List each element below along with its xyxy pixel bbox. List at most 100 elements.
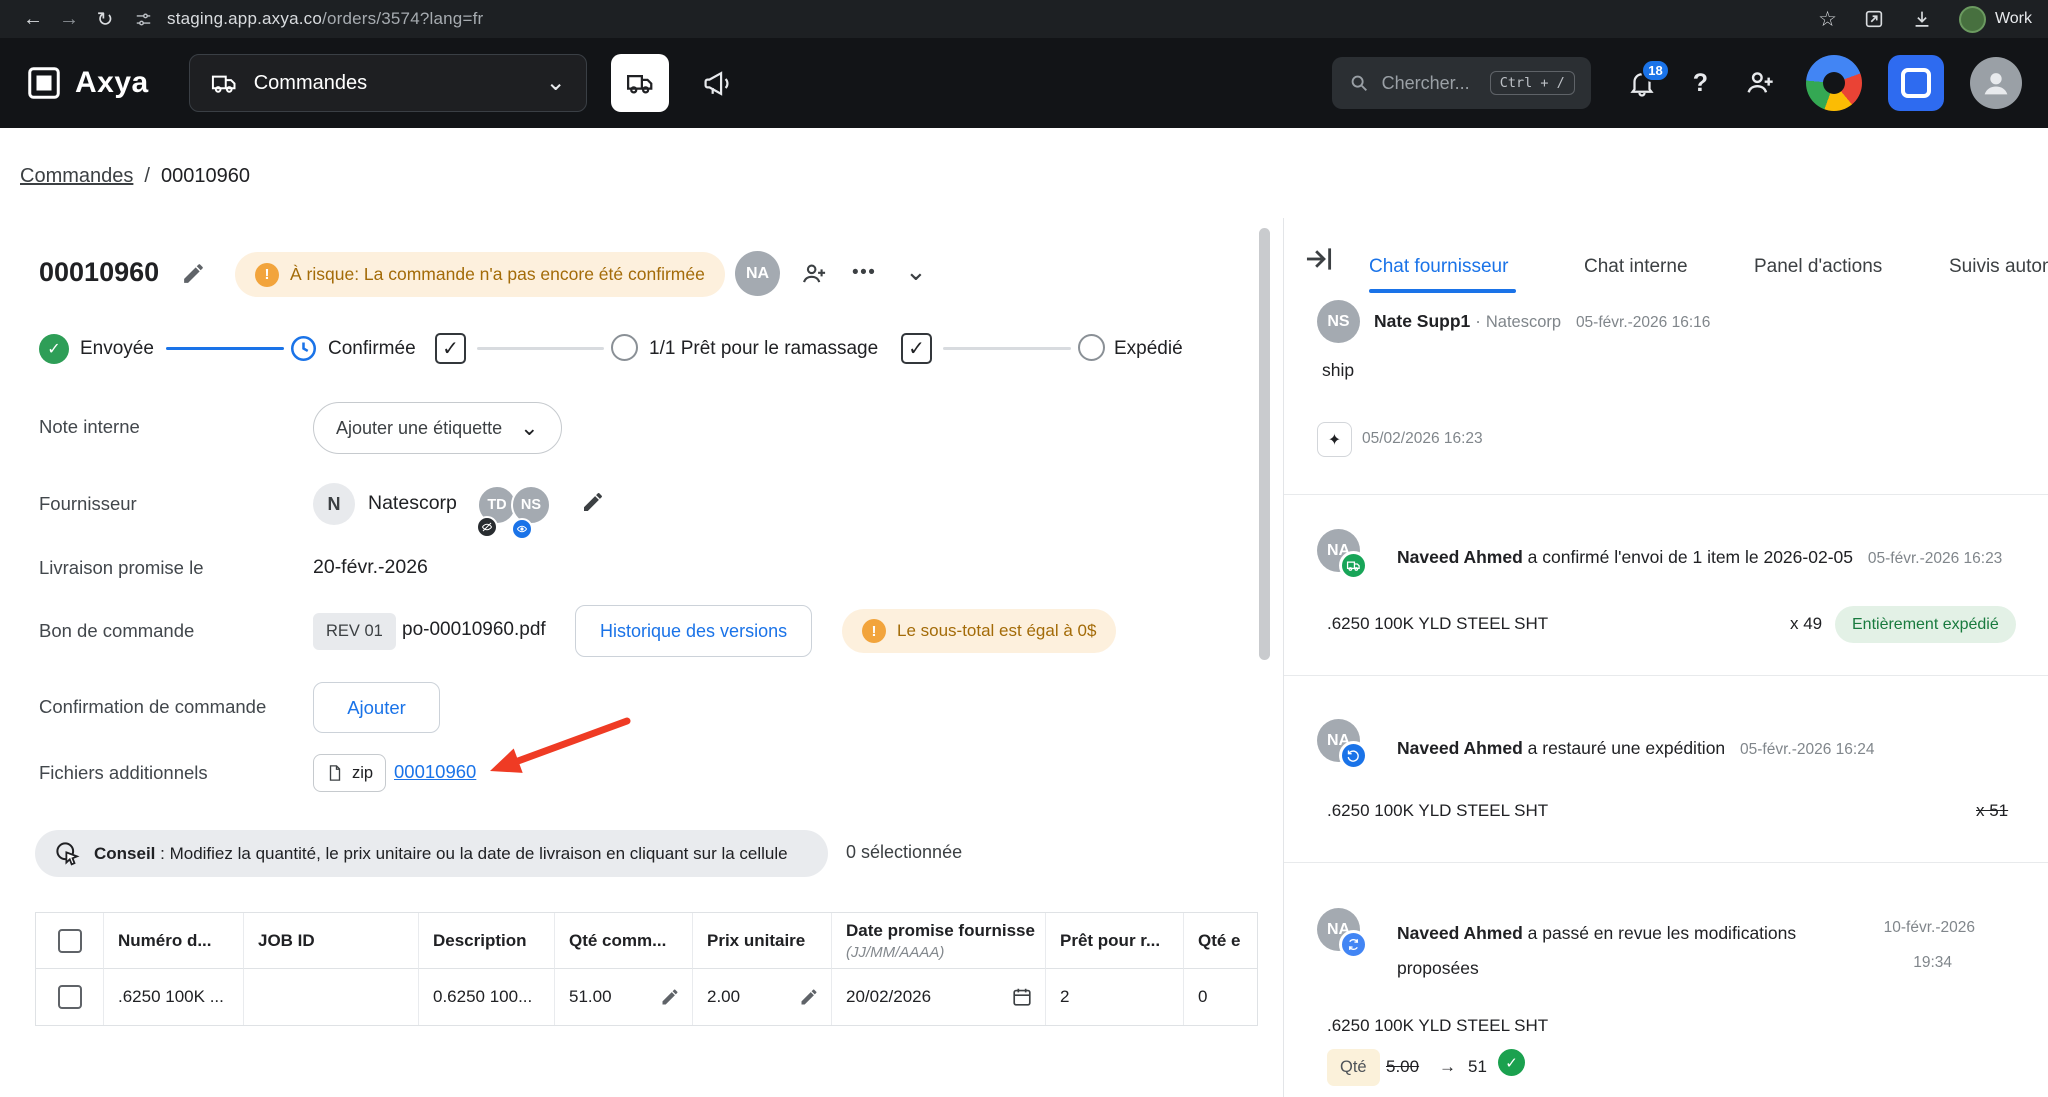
active-tab-underline (1369, 289, 1516, 293)
pencil-icon[interactable] (799, 987, 819, 1007)
invite-user-button[interactable] (1744, 67, 1776, 99)
viewer-hidden-badge (476, 516, 498, 538)
col-header-label: Prêt pour r... (1060, 931, 1183, 951)
site-info-button[interactable] (134, 10, 153, 29)
downloads-button[interactable] (1911, 8, 1933, 30)
axya-logo-icon (26, 65, 62, 101)
checkbox-confirmed[interactable]: ✓ (435, 333, 466, 364)
event-time: 05-févr.-2026 16:24 (1740, 741, 1874, 758)
collapse-panel-button[interactable] (1302, 242, 1336, 276)
tab-panel-actions[interactable]: Panel d'actions (1754, 256, 1882, 278)
eye-icon (516, 523, 528, 535)
pencil-icon (181, 261, 206, 286)
share-order-button[interactable] (800, 260, 828, 288)
axya-logo[interactable]: Axya (26, 65, 149, 101)
add-confirmation-button[interactable]: Ajouter (313, 682, 440, 733)
step-pickup-icon (611, 334, 638, 361)
edit-supplier-button[interactable] (581, 490, 605, 514)
announcements-button[interactable] (703, 68, 734, 99)
selection-count: 0 sélectionnée (846, 842, 962, 863)
cell-qty[interactable]: 51.00 (555, 969, 693, 1025)
po-filename-link[interactable]: po-00010960.pdf (402, 619, 546, 641)
event-action: a restauré une expédition (1528, 738, 1726, 758)
confirmation-label: Confirmation de commande (39, 696, 266, 718)
logo-text: Axya (75, 66, 149, 100)
step-shipped-icon (1078, 334, 1105, 361)
chat-message-body: ship (1322, 360, 1354, 381)
po-revision-chip: REV 01 (313, 613, 396, 650)
select-all-checkbox[interactable] (58, 929, 82, 953)
collapse-header-button[interactable]: ⌄ (905, 256, 927, 287)
message-company: Natescorp (1486, 313, 1561, 331)
forward-button[interactable]: → (52, 4, 86, 34)
pencil-icon (581, 490, 605, 514)
bookmark-star-icon[interactable]: ☆ (1818, 7, 1837, 32)
back-button[interactable]: ← (16, 4, 50, 34)
po-label: Bon de commande (39, 620, 194, 642)
app-blue-logo[interactable] (1888, 55, 1944, 111)
person-add-icon (1744, 67, 1776, 99)
chat-message-header: Nate Supp1 · Natescorp 05-févr.-2026 16:… (1374, 311, 1710, 332)
event-item-qty: x 49 (1790, 614, 1822, 634)
cell-value: 0.6250 100... (433, 987, 532, 1007)
col-header-qty: Qté comm... (555, 913, 693, 969)
check-icon: ✓ (47, 339, 60, 359)
search-placeholder: Chercher... (1382, 73, 1470, 94)
step-sent-label: Envoyée (80, 338, 154, 360)
shipments-quick-button[interactable] (611, 54, 669, 112)
sync-icon (1346, 937, 1361, 952)
promised-delivery-label: Livraison promise le (39, 557, 204, 579)
tab-chat-interne[interactable]: Chat interne (1584, 256, 1688, 278)
vertical-scrollbar-thumb[interactable] (1259, 228, 1270, 660)
tip-bold: Conseil (94, 844, 155, 863)
calendar-icon[interactable] (1011, 986, 1033, 1008)
ai-suggestion-button[interactable]: ✦ (1317, 422, 1352, 457)
order-detail-main: 00010960 ! À risque: La commande n'a pas… (0, 128, 1258, 1097)
tab-suivis-automatiques[interactable]: Suivis autom (1949, 256, 2048, 278)
edit-title-button[interactable] (181, 261, 206, 286)
address-bar[interactable]: staging.app.axya.co/orders/3574?lang=fr (167, 9, 483, 29)
chevron-down-icon: ⌄ (905, 256, 927, 286)
internal-note-label: Note interne (39, 416, 140, 438)
cell-price[interactable]: 2.00 (693, 969, 832, 1025)
chrome-actions: ☆ Work (1818, 6, 2032, 33)
row-checkbox[interactable] (58, 985, 82, 1009)
person-add-icon (800, 260, 828, 288)
reload-button[interactable]: ↻ (88, 4, 122, 34)
event-date: 10-févr.-2026 (1884, 919, 1975, 937)
cell-value: 0 (1198, 987, 1207, 1007)
more-actions-button[interactable]: ••• (852, 262, 876, 284)
version-history-button[interactable]: Historique des versions (575, 605, 812, 657)
risk-warning-banner: ! À risque: La commande n'a pas encore é… (235, 252, 725, 297)
tab-chat-fournisseur[interactable]: Chat fournisseur (1369, 256, 1508, 278)
app-wheel-logo[interactable] (1806, 55, 1862, 111)
ai-suggestion-time: 05/02/2026 16:23 (1362, 430, 1483, 448)
cell-date[interactable]: 20/02/2026 (832, 969, 1046, 1025)
warning-icon: ! (255, 263, 279, 287)
col-header-shipped: Qté e (1184, 913, 1257, 969)
notifications-button[interactable]: 18 (1627, 68, 1657, 98)
assignee-avatar[interactable]: NA (735, 251, 780, 296)
help-button[interactable]: ? (1693, 69, 1708, 98)
col-header-label: Description (433, 931, 554, 951)
open-in-app-button[interactable] (1863, 8, 1885, 30)
module-select[interactable]: Commandes ⌄ (189, 54, 587, 112)
collapse-right-icon (1302, 242, 1336, 276)
cell-ready: 2 (1046, 969, 1184, 1025)
truck-icon (210, 69, 238, 97)
user-avatar[interactable] (1970, 57, 2022, 109)
event-time: 19:34 (1913, 954, 1952, 972)
chat-avatar: NS (1317, 300, 1360, 343)
pencil-icon[interactable] (660, 987, 680, 1007)
browser-profile-chip[interactable]: Work (1959, 6, 2032, 33)
add-tag-dropdown[interactable]: Ajouter une étiquette ⌄ (313, 402, 562, 454)
additional-file-link[interactable]: 00010960 (394, 761, 476, 783)
url-path: /orders/3574?lang=fr (322, 9, 483, 28)
global-search[interactable]: Chercher... Ctrl + / (1332, 57, 1591, 109)
download-icon (1911, 8, 1933, 30)
check-icon: ✓ (442, 336, 459, 361)
event-text: Naveed Ahmed a passé en revue les modifi… (1397, 916, 1877, 986)
step-connector-1 (166, 347, 284, 350)
add-tag-label: Ajouter une étiquette (336, 418, 502, 439)
checkbox-pickup[interactable]: ✓ (901, 333, 932, 364)
